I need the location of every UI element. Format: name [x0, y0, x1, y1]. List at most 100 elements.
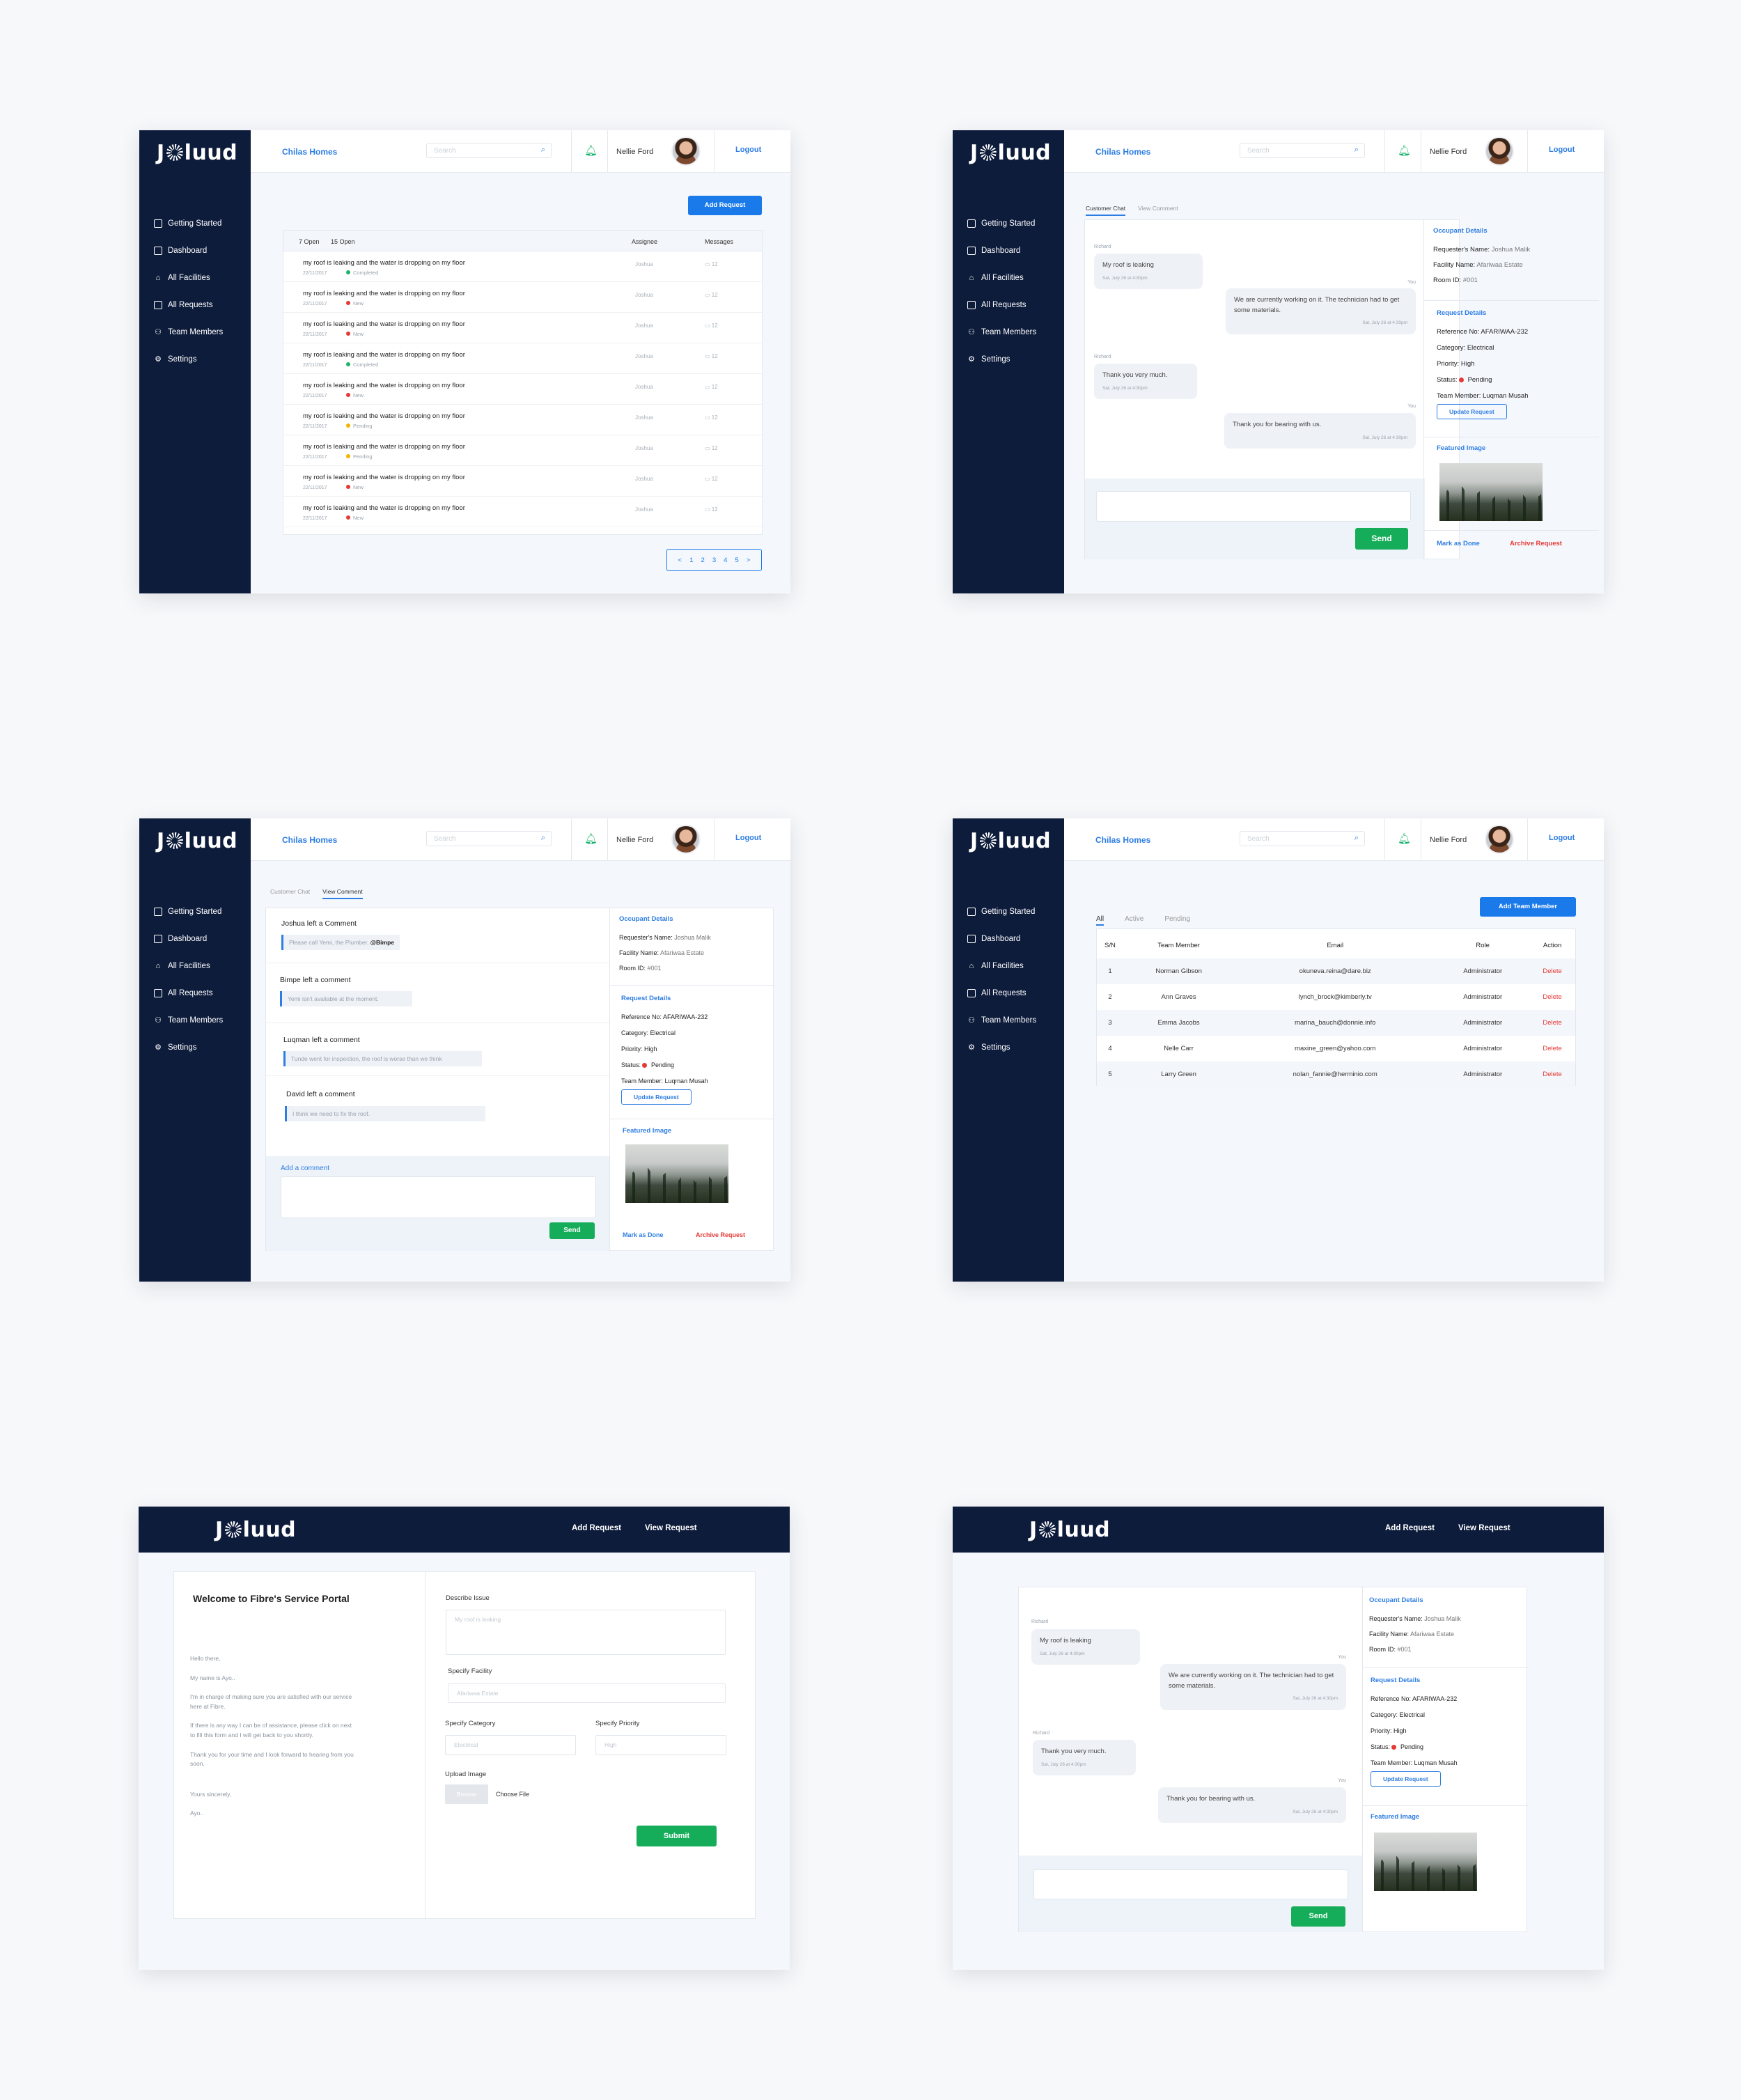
bell-icon[interactable]: 🔔︎	[584, 144, 598, 157]
delete-button[interactable]: Delete	[1529, 984, 1575, 1010]
update-request-button[interactable]: Update Request	[1437, 404, 1507, 419]
chat-input[interactable]	[1033, 1869, 1348, 1899]
sidebar-item-dashboard[interactable]: Dashboard	[967, 925, 1036, 952]
add-team-member-button[interactable]: Add Team Member	[1480, 897, 1576, 917]
page-number[interactable]: 1	[689, 557, 693, 564]
avatar[interactable]	[671, 825, 701, 854]
tab-customer-chat[interactable]: Customer Chat	[270, 888, 310, 899]
table-row[interactable]: my roof is leaking and the water is drop…	[283, 497, 762, 527]
avatar[interactable]	[1485, 825, 1514, 854]
search-input[interactable]: Search ⌕	[426, 831, 552, 846]
sidebar-item-settings[interactable]: ⚙ Settings	[967, 1034, 1036, 1061]
sidebar-item-all-facilities[interactable]: ⌂ All Facilities	[967, 952, 1036, 979]
sidebar-item-team-members[interactable]: ⚇ Team Members	[154, 318, 223, 345]
send-button[interactable]: Send	[1291, 1906, 1345, 1927]
nav-view-request[interactable]: View Request	[1458, 1524, 1510, 1532]
sidebar-item-team-members[interactable]: ⚇ Team Members	[154, 1006, 223, 1034]
table-row[interactable]: my roof is leaking and the water is drop…	[283, 405, 762, 435]
sidebar-item-getting-started[interactable]: Getting Started	[154, 210, 223, 237]
logout-link[interactable]: Logout	[735, 146, 761, 154]
nav-add-request[interactable]: Add Request	[572, 1524, 621, 1532]
describe-issue-field[interactable]: My roof is leaking	[446, 1610, 726, 1655]
sidebar-item-getting-started[interactable]: Getting Started	[967, 898, 1036, 925]
sidebar-item-getting-started[interactable]: Getting Started	[967, 210, 1036, 237]
sidebar-item-all-facilities[interactable]: ⌂ All Facilities	[154, 952, 223, 979]
search-icon[interactable]: ⌕	[1354, 146, 1359, 155]
sidebar-item-dashboard[interactable]: Dashboard	[154, 237, 223, 264]
archive-request-link[interactable]: Archive Request	[696, 1231, 745, 1238]
featured-image[interactable]	[1439, 463, 1543, 521]
page-number[interactable]: 2	[701, 557, 704, 564]
sidebar-item-all-requests[interactable]: All Requests	[967, 291, 1036, 318]
search-icon[interactable]: ⌕	[541, 146, 545, 155]
table-row[interactable]: my roof is leaking and the water is drop…	[283, 282, 762, 313]
tab-view-comment[interactable]: View Comment	[322, 888, 363, 899]
delete-button[interactable]: Delete	[1529, 1010, 1575, 1036]
tab-closed[interactable]: 15 Open	[331, 238, 355, 245]
bell-icon[interactable]: 🔔︎	[1398, 144, 1411, 157]
delete-button[interactable]: Delete	[1529, 958, 1575, 984]
search-input[interactable]: Search ⌕	[1240, 143, 1365, 158]
add-request-button[interactable]: Add Request	[688, 196, 762, 215]
priority-field[interactable]: High	[595, 1735, 726, 1755]
logout-link[interactable]: Logout	[1549, 834, 1575, 842]
facility-field[interactable]: Afariwaa Estate	[448, 1683, 726, 1703]
avatar[interactable]	[1485, 137, 1514, 166]
sidebar-item-all-requests[interactable]: All Requests	[967, 979, 1036, 1006]
chat-input[interactable]	[1096, 491, 1411, 522]
featured-image[interactable]	[625, 1144, 728, 1203]
send-button[interactable]: Send	[549, 1222, 595, 1239]
table-row[interactable]: my roof is leaking and the water is drop…	[283, 466, 762, 497]
page-number[interactable]: 4	[724, 557, 727, 564]
brand-logo[interactable]: Jluud	[157, 140, 237, 165]
tab-pending[interactable]: Pending	[1164, 915, 1190, 926]
sidebar-item-dashboard[interactable]: Dashboard	[967, 237, 1036, 264]
search-icon[interactable]: ⌕	[1354, 834, 1359, 843]
search-input[interactable]: Search ⌕	[1240, 831, 1365, 846]
tab-view-comment[interactable]: View Comment	[1138, 205, 1178, 216]
logout-link[interactable]: Logout	[735, 834, 761, 842]
tab-open[interactable]: 7 Open	[299, 238, 320, 245]
comment-mention[interactable]: @Bimpe	[370, 939, 394, 946]
tab-customer-chat[interactable]: Customer Chat	[1086, 205, 1126, 216]
tab-active[interactable]: Active	[1125, 915, 1143, 926]
table-row[interactable]: my roof is leaking and the water is drop…	[283, 435, 762, 466]
update-request-button[interactable]: Update Request	[621, 1089, 692, 1105]
sidebar-item-team-members[interactable]: ⚇ Team Members	[967, 318, 1036, 345]
update-request-button[interactable]: Update Request	[1371, 1771, 1441, 1787]
archive-request-link[interactable]: Archive Request	[1510, 540, 1562, 547]
category-field[interactable]: Electrical	[445, 1735, 576, 1755]
sidebar-item-dashboard[interactable]: Dashboard	[154, 925, 223, 952]
send-button[interactable]: Send	[1355, 528, 1408, 550]
page-number[interactable]: 5	[735, 557, 739, 564]
sidebar-item-settings[interactable]: ⚙ Settings	[967, 345, 1036, 373]
brand-logo[interactable]: Jluud	[157, 828, 237, 853]
sidebar-item-all-facilities[interactable]: ⌂ All Facilities	[967, 264, 1036, 291]
sidebar-item-all-facilities[interactable]: ⌂ All Facilities	[154, 264, 223, 291]
brand-logo[interactable]: Jluud	[970, 828, 1051, 853]
sidebar-item-settings[interactable]: ⚙ Settings	[154, 1034, 223, 1061]
bell-icon[interactable]: 🔔︎	[1398, 832, 1411, 845]
sidebar-item-getting-started[interactable]: Getting Started	[154, 898, 223, 925]
featured-image[interactable]	[1374, 1833, 1477, 1891]
mark-as-done-link[interactable]: Mark as Done	[623, 1231, 664, 1238]
brand-logo[interactable]: Jluud	[1029, 1517, 1110, 1542]
sidebar-item-settings[interactable]: ⚙ Settings	[154, 345, 223, 373]
logout-link[interactable]: Logout	[1549, 146, 1575, 154]
brand-logo[interactable]: Jluud	[970, 140, 1051, 165]
nav-add-request[interactable]: Add Request	[1385, 1524, 1435, 1532]
delete-button[interactable]: Delete	[1529, 1061, 1575, 1087]
submit-button[interactable]: Submit	[637, 1826, 717, 1846]
nav-view-request[interactable]: View Request	[645, 1524, 697, 1532]
page-number[interactable]: 3	[712, 557, 716, 564]
sidebar-item-all-requests[interactable]: All Requests	[154, 291, 223, 318]
bell-icon[interactable]: 🔔︎	[584, 832, 598, 845]
table-row[interactable]: my roof is leaking and the water is drop…	[283, 343, 762, 374]
table-row[interactable]: my roof is leaking and the water is drop…	[283, 251, 762, 282]
table-row[interactable]: my roof is leaking and the water is drop…	[283, 374, 762, 405]
search-icon[interactable]: ⌕	[541, 834, 545, 843]
avatar[interactable]	[671, 137, 701, 166]
tab-all[interactable]: All	[1096, 915, 1104, 926]
mark-as-done-link[interactable]: Mark as Done	[1437, 540, 1480, 547]
browse-button[interactable]: Browse	[445, 1784, 488, 1804]
